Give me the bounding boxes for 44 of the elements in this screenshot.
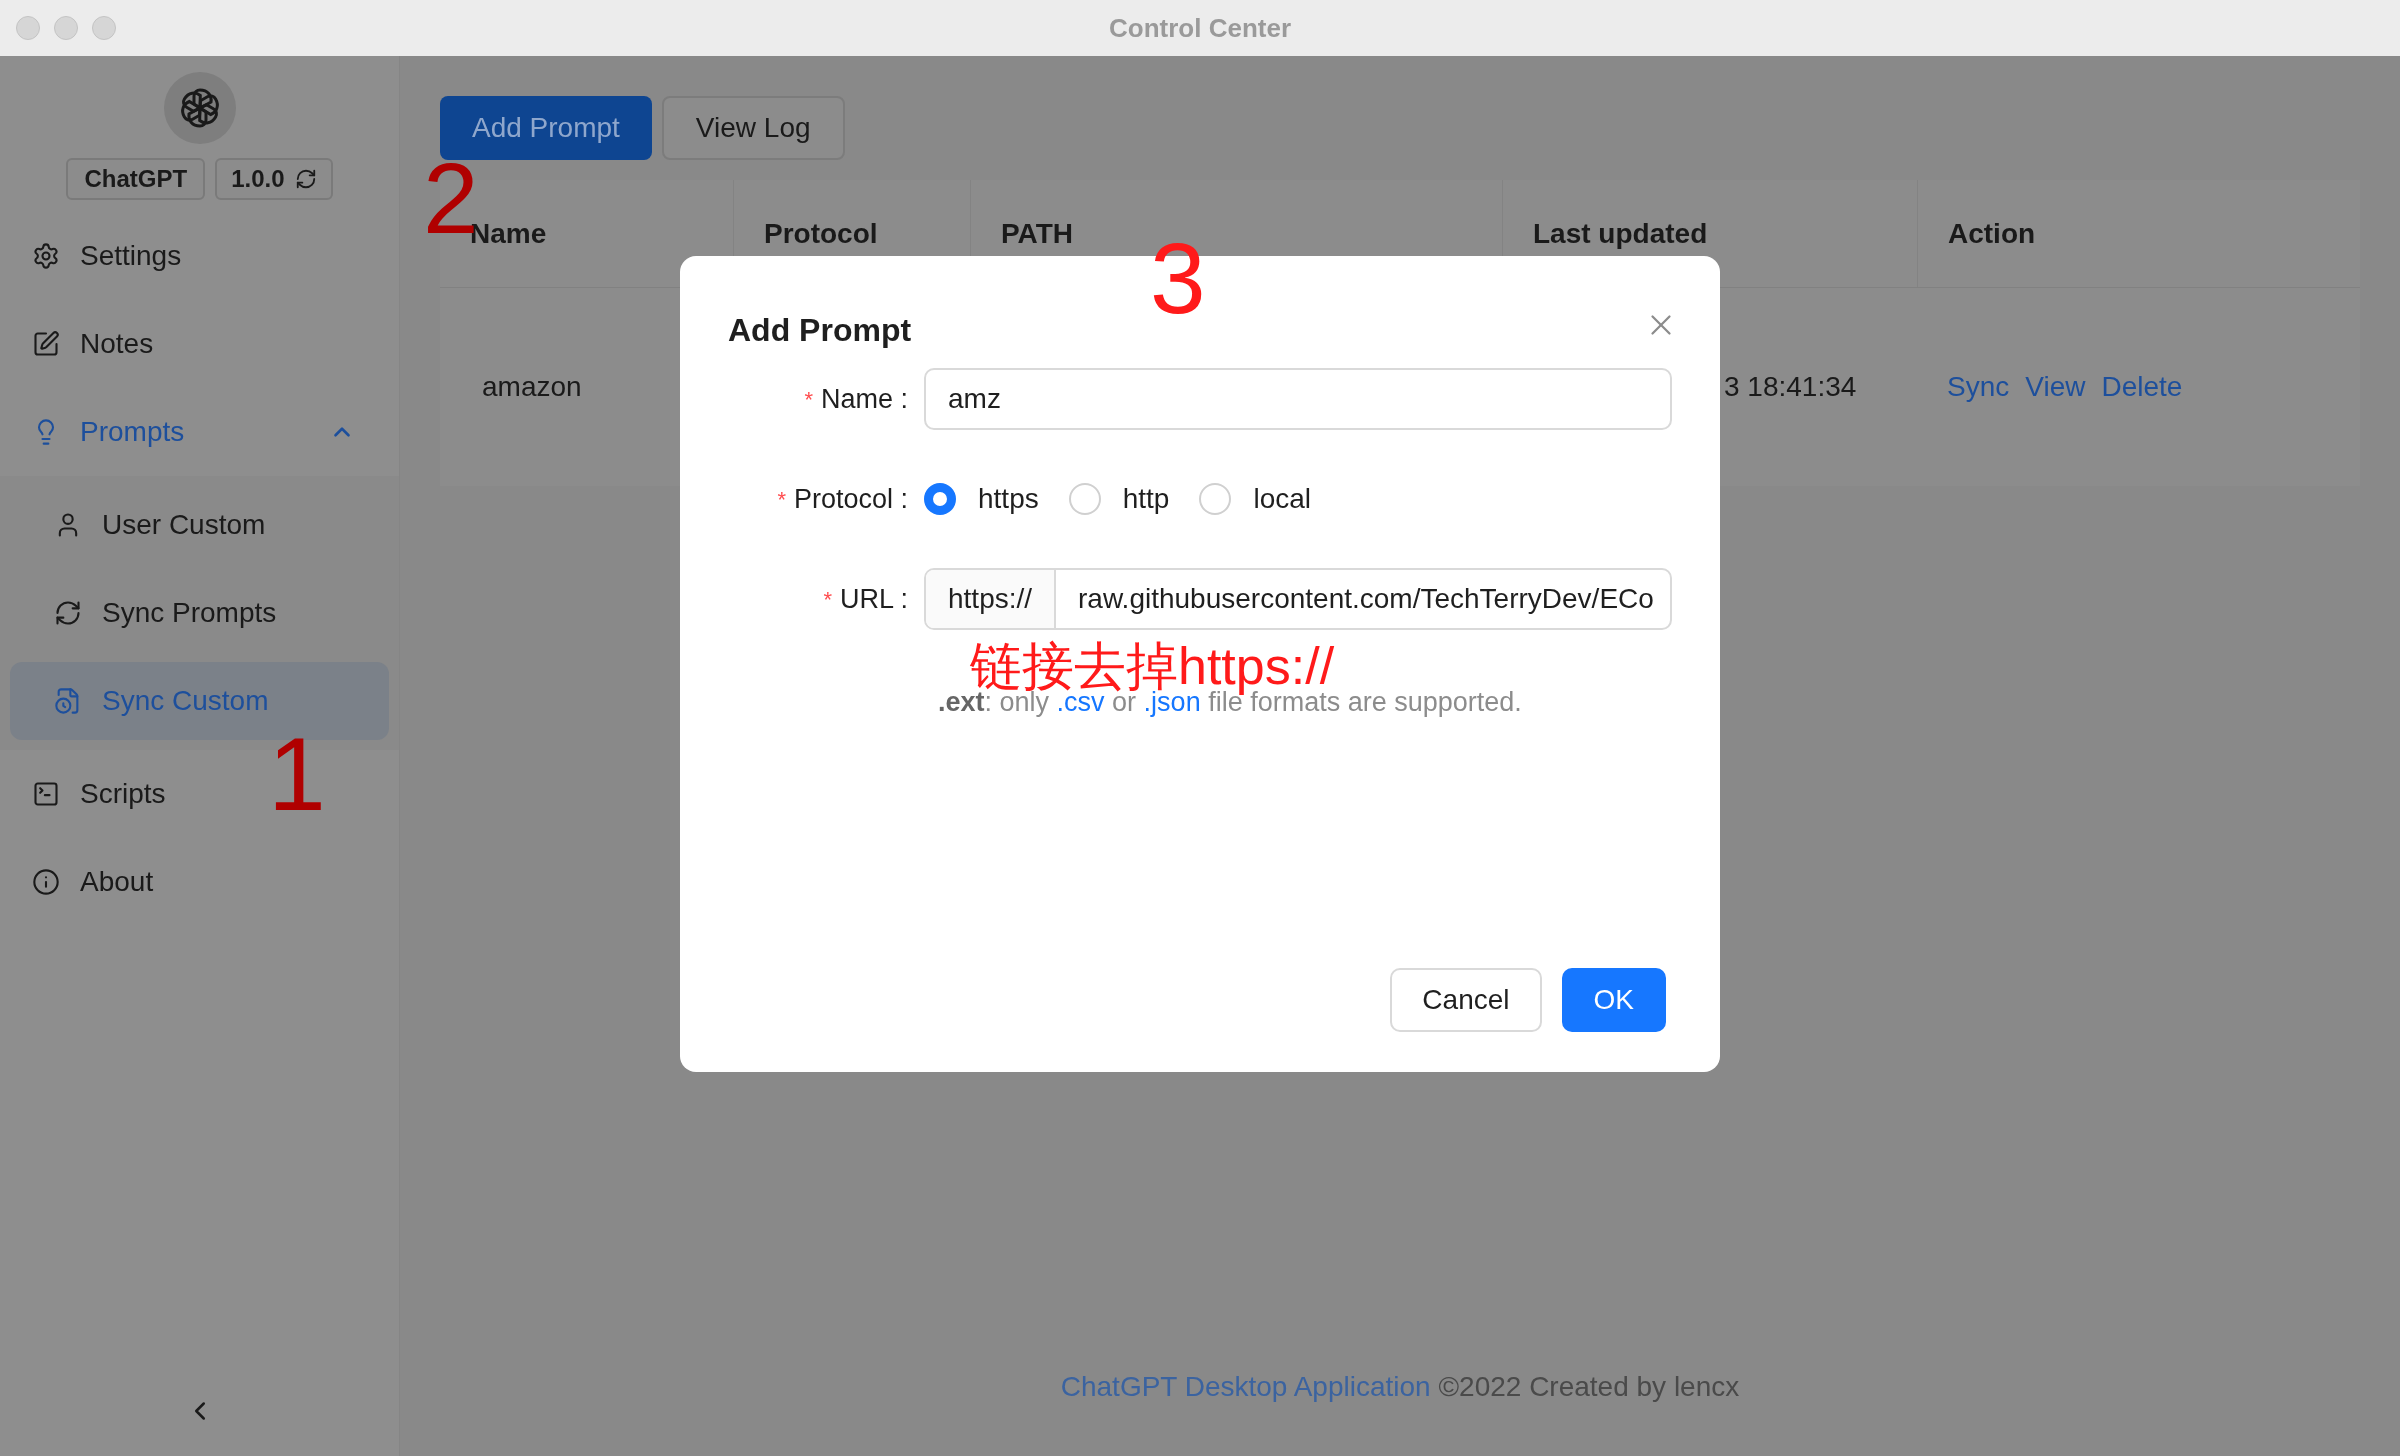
sidebar-item[interactable]: Settings	[0, 212, 250, 300]
required-mark: *	[804, 385, 813, 414]
url-value: raw.githubusercontent.com/TechTerryDev/ECo	[1077, 582, 1655, 616]
window-control-icon[interactable]	[54, 16, 78, 40]
sidebar-item[interactable]: Scripts	[0, 750, 250, 838]
name-input[interactable]: amz	[924, 368, 1672, 430]
toolbar-button[interactable]: View Log	[661, 96, 845, 160]
radio-option[interactable]: https	[924, 478, 1039, 520]
app-name-tag: ChatGPT	[66, 158, 206, 200]
required-mark: *	[823, 585, 832, 614]
toolbar-button[interactable]: Add Prompt	[440, 96, 652, 160]
info-icon	[32, 868, 60, 896]
table-cell-text: amazon	[481, 371, 582, 402]
sidebar-item[interactable]: About	[0, 838, 250, 926]
refresh-icon	[54, 599, 82, 627]
sidebar-item[interactable]: User Custom	[10, 486, 389, 564]
url-input[interactable]: https:// raw.githubusercontent.com/TechTerryDev/ECo	[924, 568, 1672, 630]
field-label: Name :	[820, 382, 908, 416]
dialog-button[interactable]: Cancel	[1390, 968, 1542, 1032]
field-label: Protocol :	[793, 482, 908, 516]
column-header: Action	[1947, 216, 2036, 251]
refresh-icon	[294, 168, 317, 190]
sidebar-item[interactable]: Notes	[0, 300, 250, 388]
dialog-title: Add Prompt	[728, 311, 912, 350]
version-tag[interactable]: 1.0.0	[215, 158, 333, 200]
table-cell: 3 18:41:34	[1724, 371, 1857, 402]
terminal-icon	[32, 780, 60, 808]
sidebar-item[interactable]: Sync Prompts	[10, 574, 389, 652]
window-title: Control Center	[1109, 11, 1291, 45]
radio-option[interactable]: http	[1068, 478, 1170, 520]
window-control-icon[interactable]	[16, 16, 40, 40]
column-header: PATH	[1000, 216, 1074, 251]
footer-text: ChatGPT Desktop Application ©2022 Created by lencx	[1060, 1370, 1740, 1404]
column-header: Protocol	[763, 216, 878, 251]
window-control-icon[interactable]	[92, 16, 116, 40]
field-label: URL :	[840, 582, 908, 616]
column-header: Last updated	[1532, 216, 1708, 251]
required-mark: *	[777, 485, 786, 514]
edit-icon	[32, 330, 60, 358]
annotation-text: 3	[1150, 228, 1206, 328]
url-prefix: https://	[926, 570, 1057, 628]
radio-option[interactable]: local	[1199, 478, 1311, 520]
dialog-button[interactable]: OK	[1561, 968, 1666, 1032]
gear-icon	[32, 242, 60, 270]
